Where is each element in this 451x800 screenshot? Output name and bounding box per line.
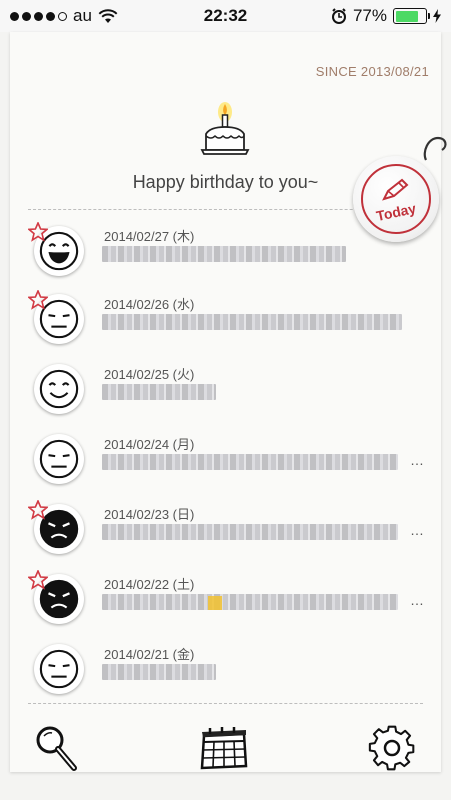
diary-entry[interactable]: 2014/02/24 (月) … — [28, 430, 428, 490]
entry-date: 2014/02/24 (月) — [104, 437, 195, 452]
status-bar: au 22:32 77% — [0, 0, 451, 32]
entry-date: 2014/02/22 (土) — [104, 577, 195, 592]
entry-date: 2014/02/27 (木) — [104, 229, 195, 244]
mood-face-icon — [34, 644, 84, 694]
calendar-icon[interactable] — [198, 722, 250, 774]
binder-ring-icon — [423, 136, 447, 161]
entry-text-redacted — [102, 594, 398, 610]
gear-icon[interactable] — [366, 722, 418, 774]
star-icon — [28, 570, 48, 590]
entry-text-redacted — [102, 314, 402, 330]
entry-ellipsis: … — [410, 592, 424, 608]
entry-ellipsis: … — [410, 452, 424, 468]
since-date: SINCE 2013/08/21 — [315, 64, 429, 79]
entry-ellipsis: … — [410, 522, 424, 538]
entry-text-redacted — [102, 524, 398, 540]
today-label: Today — [374, 199, 418, 225]
pencil-icon — [382, 178, 409, 201]
entry-date: 2014/02/25 (火) — [104, 367, 195, 382]
status-left: au — [10, 6, 118, 26]
entry-text-redacted — [102, 246, 346, 262]
star-icon — [28, 500, 48, 520]
star-icon — [28, 222, 48, 242]
entry-text-redacted — [102, 454, 398, 470]
birthday-cake-icon — [200, 102, 250, 155]
carrier-label: au — [73, 6, 92, 25]
mood-face-icon — [34, 364, 84, 414]
entry-text-redacted — [102, 384, 216, 400]
emoji-icon — [208, 596, 222, 610]
star-icon — [28, 290, 48, 310]
entry-date: 2014/02/23 (日) — [104, 507, 195, 522]
diary-entry[interactable]: 2014/02/25 (火) — [28, 360, 428, 420]
divider-bottom — [28, 703, 423, 704]
diary-entry[interactable]: 2014/02/23 (日) … — [28, 500, 428, 560]
diary-entry[interactable]: 2014/02/21 (金) — [28, 640, 428, 700]
charging-bolt-icon — [433, 9, 441, 23]
battery-level — [395, 10, 418, 22]
diary-entry[interactable]: 2014/02/27 (木) — [28, 222, 428, 282]
entry-date: 2014/02/26 (水) — [104, 297, 195, 312]
entry-text-redacted — [102, 664, 216, 680]
alarm-clock-icon — [331, 8, 346, 24]
signal-strength-icon — [10, 11, 67, 21]
status-right: 77% — [331, 6, 441, 26]
magnifier-icon[interactable] — [30, 722, 82, 774]
battery-icon — [393, 8, 430, 24]
diary-entry[interactable]: 2014/02/26 (水) — [28, 290, 428, 350]
diary-entry[interactable]: 2014/02/22 (土) … — [28, 570, 428, 630]
wifi-icon — [98, 8, 118, 23]
entry-date: 2014/02/21 (金) — [104, 647, 195, 662]
mood-face-icon — [34, 434, 84, 484]
battery-percent: 77% — [352, 6, 387, 25]
